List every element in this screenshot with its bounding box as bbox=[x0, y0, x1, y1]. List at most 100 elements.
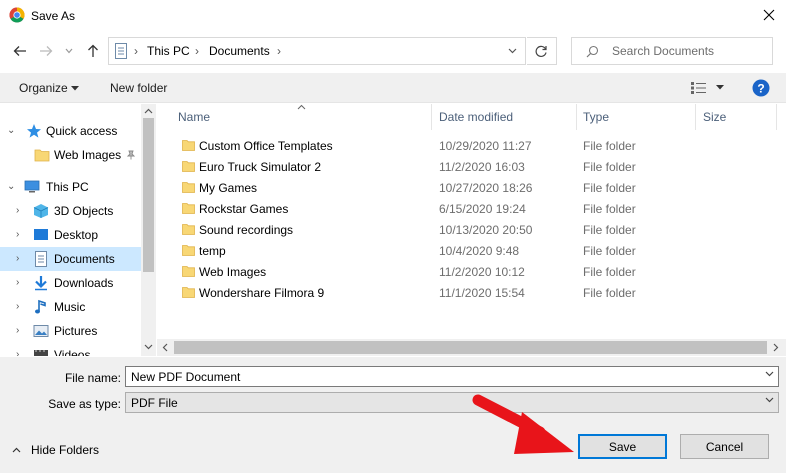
chevron-right-icon[interactable]: › bbox=[16, 277, 19, 288]
up-button[interactable] bbox=[82, 40, 104, 62]
navigation-pane: ⌄ Quick access Web Images ⌄ This PC › 3D… bbox=[0, 104, 156, 356]
refresh-button[interactable] bbox=[527, 37, 557, 65]
nav-item-documents[interactable]: › Documents bbox=[0, 247, 141, 271]
file-type: File folder bbox=[583, 244, 636, 258]
pin-icon bbox=[126, 150, 136, 160]
close-icon bbox=[763, 9, 775, 21]
help-icon[interactable]: ? bbox=[752, 79, 770, 97]
nav-item-this-pc[interactable]: ⌄ This PC bbox=[0, 175, 141, 199]
file-row[interactable]: Rockstar Games 6/15/2020 19:24 File folder bbox=[157, 198, 772, 219]
nav-item-web-images[interactable]: Web Images bbox=[0, 143, 141, 167]
scroll-up-icon[interactable] bbox=[144, 108, 153, 114]
nav-item-quick-access[interactable]: ⌄ Quick access bbox=[0, 119, 141, 143]
scroll-down-icon[interactable] bbox=[144, 344, 153, 350]
horizontal-scrollbar-thumb[interactable] bbox=[174, 341, 767, 354]
file-type: File folder bbox=[583, 265, 636, 279]
scroll-left-icon[interactable] bbox=[162, 343, 168, 352]
cancel-button[interactable]: Cancel bbox=[680, 434, 769, 459]
back-arrow-icon bbox=[13, 46, 26, 56]
documents-icon bbox=[115, 43, 127, 59]
documents-icon bbox=[35, 251, 47, 267]
recent-locations-button[interactable] bbox=[61, 40, 77, 62]
search-input[interactable]: Search Documents bbox=[571, 37, 773, 65]
nav-item-music[interactable]: › Music bbox=[0, 295, 141, 319]
nav-item-pictures[interactable]: › Pictures bbox=[0, 319, 141, 343]
caret-down-icon[interactable] bbox=[71, 86, 79, 91]
close-button[interactable] bbox=[752, 0, 786, 30]
file-name: Rockstar Games bbox=[199, 202, 289, 216]
hide-folders-label: Hide Folders bbox=[31, 443, 100, 457]
file-row[interactable]: Euro Truck Simulator 2 11/2/2020 16:03 Fil… bbox=[157, 156, 772, 177]
breadcrumb-separator: › bbox=[195, 44, 199, 58]
column-header-name[interactable]: Name bbox=[178, 110, 210, 124]
view-options-icon[interactable] bbox=[690, 81, 708, 95]
chevron-down-icon[interactable] bbox=[508, 48, 517, 54]
breadcrumb-separator: › bbox=[277, 44, 281, 58]
nav-item-videos[interactable]: › Videos bbox=[0, 343, 141, 356]
new-folder-button[interactable]: New folder bbox=[110, 81, 167, 95]
file-row[interactable]: Web Images 11/2/2020 10:12 File folder bbox=[157, 261, 772, 282]
chevron-down-icon[interactable]: ⌄ bbox=[7, 181, 15, 192]
file-type: File folder bbox=[583, 139, 636, 153]
file-date: 10/4/2020 9:48 bbox=[439, 244, 520, 258]
file-type: File folder bbox=[583, 160, 636, 174]
column-divider[interactable] bbox=[576, 104, 577, 130]
sort-ascending-icon bbox=[297, 104, 306, 110]
save-button[interactable]: Save bbox=[578, 434, 667, 459]
chevron-right-icon[interactable]: › bbox=[16, 325, 19, 336]
file-name-label: File name: bbox=[64, 371, 121, 385]
file-date: 10/27/2020 18:26 bbox=[439, 181, 533, 195]
video-icon bbox=[34, 350, 48, 356]
file-row[interactable]: Custom Office Templates 10/29/2020 11:27 F… bbox=[157, 135, 772, 156]
column-divider[interactable] bbox=[695, 104, 696, 130]
annotation-arrow-icon bbox=[472, 394, 574, 454]
file-name-value: New PDF Document bbox=[131, 370, 241, 384]
file-type: File folder bbox=[583, 223, 636, 237]
file-name: Sound recordings bbox=[199, 223, 294, 237]
file-name-input[interactable]: New PDF Document bbox=[125, 366, 779, 387]
desktop-icon bbox=[34, 229, 48, 240]
nav-item-desktop[interactable]: › Desktop bbox=[0, 223, 141, 247]
caret-down-icon[interactable] bbox=[716, 85, 724, 90]
file-name: Custom Office Templates bbox=[199, 139, 333, 153]
title-bar bbox=[0, 0, 786, 32]
scroll-right-icon[interactable] bbox=[773, 343, 779, 352]
back-button[interactable] bbox=[9, 40, 31, 62]
nav-scrollbar-thumb[interactable] bbox=[143, 118, 154, 272]
chevron-down-icon[interactable]: ⌄ bbox=[7, 125, 15, 136]
nav-item-3d-objects[interactable]: › 3D Objects bbox=[0, 199, 141, 223]
star-icon bbox=[27, 124, 41, 138]
folder-icon bbox=[182, 266, 195, 277]
column-divider[interactable] bbox=[431, 104, 432, 130]
chevron-down-icon[interactable] bbox=[765, 397, 774, 403]
forward-button[interactable] bbox=[35, 40, 57, 62]
folder-icon bbox=[182, 140, 195, 151]
organize-button[interactable]: Organize bbox=[19, 81, 68, 95]
svg-text:?: ? bbox=[757, 82, 764, 96]
folder-icon bbox=[182, 287, 195, 298]
address-bar[interactable]: › This PC › Documents › bbox=[108, 37, 526, 65]
file-row[interactable]: Wondershare Filmora 9 11/1/2020 15:54 File… bbox=[157, 282, 772, 303]
pictures-icon bbox=[33, 325, 49, 337]
chevron-right-icon[interactable]: › bbox=[16, 229, 19, 240]
chevron-right-icon[interactable]: › bbox=[16, 205, 19, 216]
column-divider[interactable] bbox=[776, 104, 777, 130]
breadcrumb-this-pc[interactable]: This PC bbox=[147, 44, 190, 58]
file-row[interactable]: temp 10/4/2020 9:48 File folder bbox=[157, 240, 772, 261]
column-header-type[interactable]: Type bbox=[583, 110, 609, 124]
file-date: 10/13/2020 20:50 bbox=[439, 223, 533, 237]
file-type: File folder bbox=[583, 202, 636, 216]
chrome-icon bbox=[9, 7, 25, 23]
chevron-right-icon[interactable]: › bbox=[16, 253, 19, 264]
nav-item-downloads[interactable]: › Downloads bbox=[0, 271, 141, 295]
column-header-size[interactable]: Size bbox=[703, 110, 726, 124]
breadcrumb-documents[interactable]: Documents bbox=[209, 44, 270, 58]
folder-icon bbox=[182, 182, 195, 193]
save-type-select[interactable]: PDF File bbox=[125, 392, 779, 413]
chevron-right-icon[interactable]: › bbox=[16, 301, 19, 312]
chevron-down-icon[interactable] bbox=[765, 371, 774, 377]
column-header-date[interactable]: Date modified bbox=[439, 110, 513, 124]
file-row[interactable]: My Games 10/27/2020 18:26 File folder bbox=[157, 177, 772, 198]
file-row[interactable]: Sound recordings 10/13/2020 20:50 File fol… bbox=[157, 219, 772, 240]
chevron-right-icon[interactable]: › bbox=[16, 349, 19, 356]
